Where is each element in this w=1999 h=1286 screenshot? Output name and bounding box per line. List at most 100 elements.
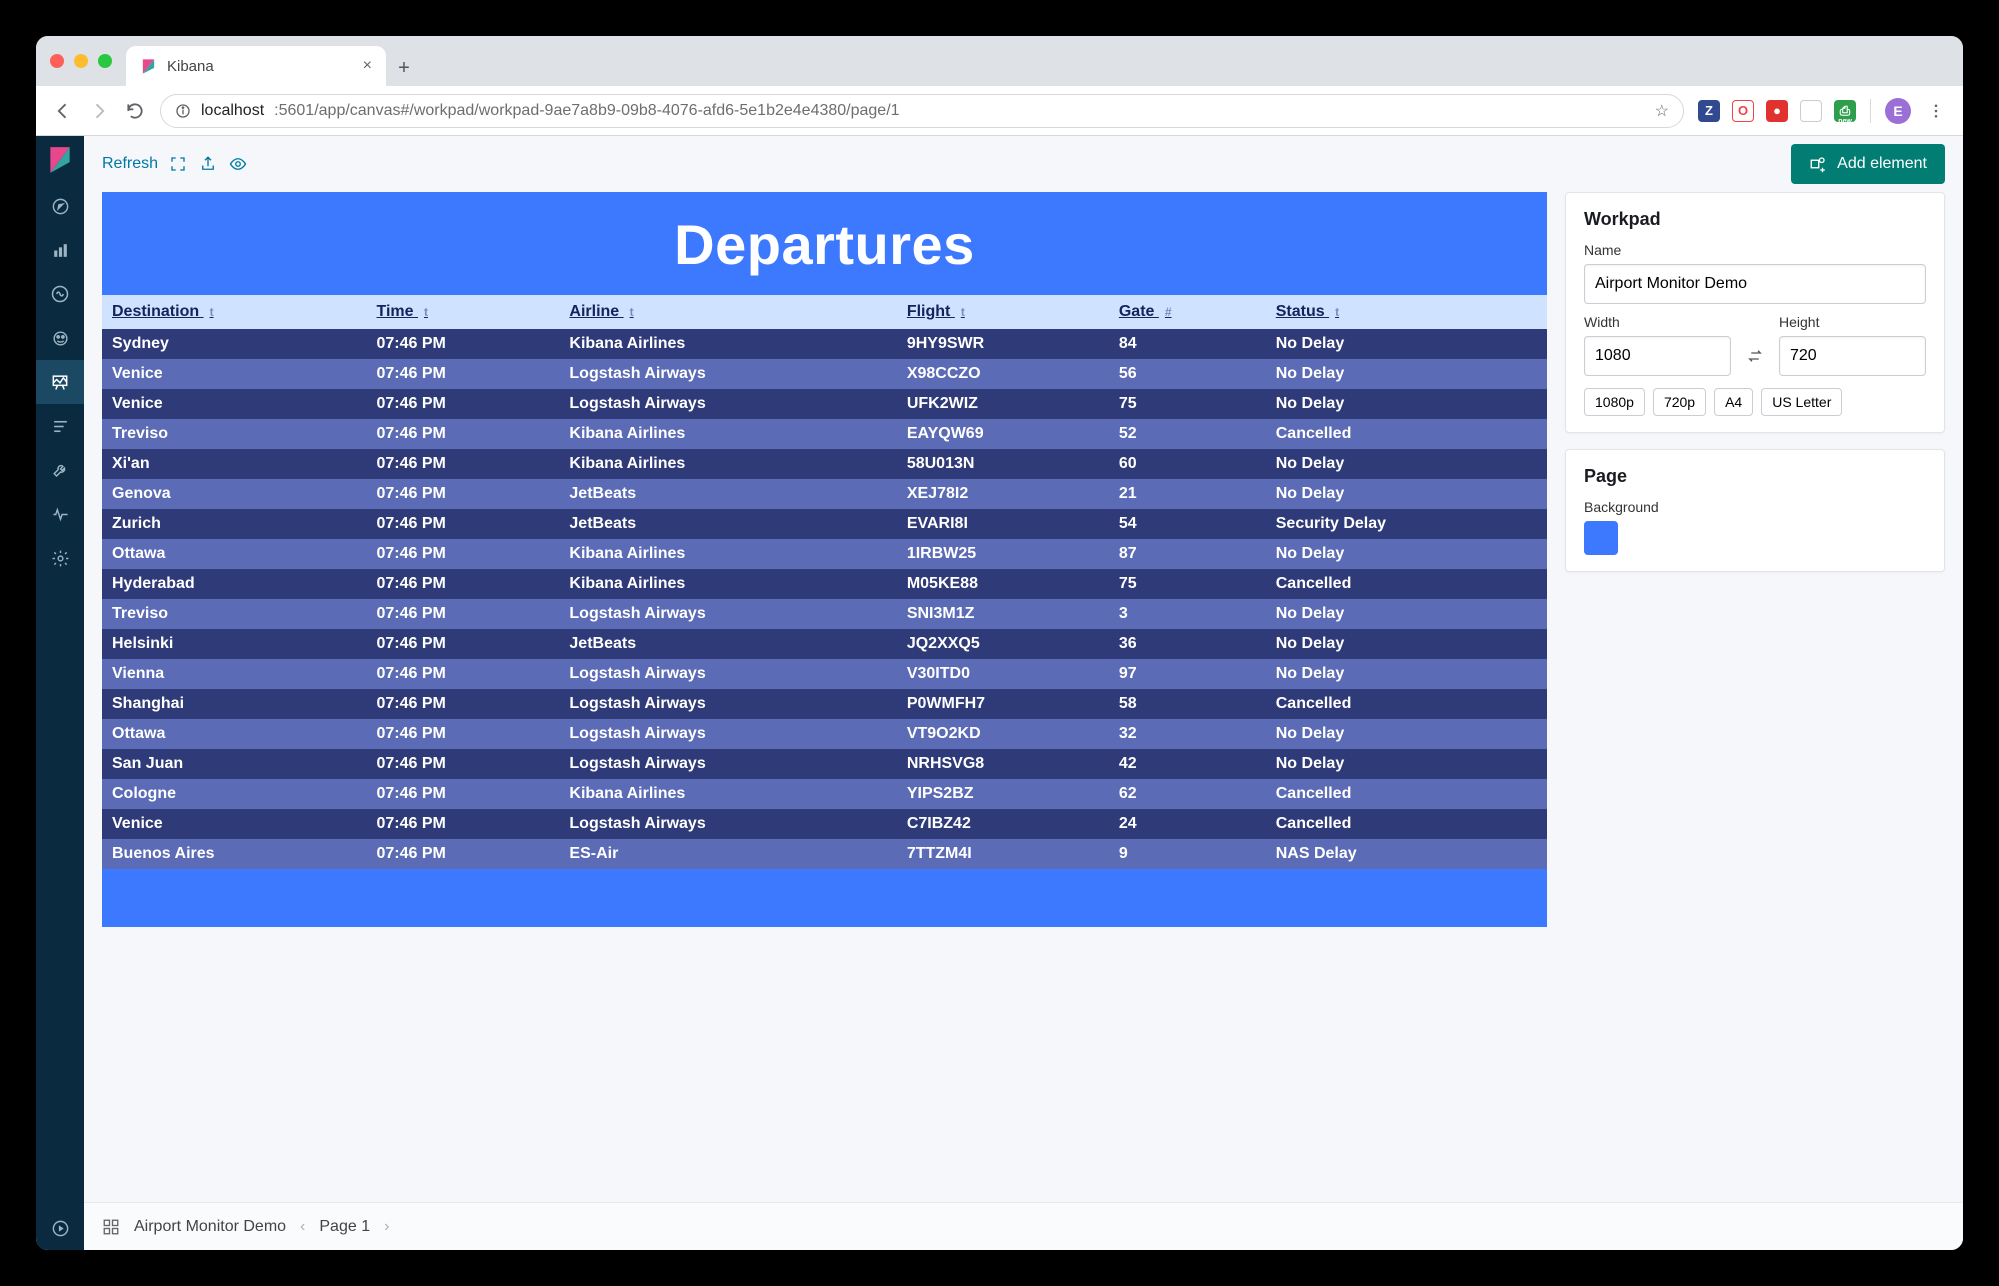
table-row[interactable]: Venice07:46 PMLogstash AirwaysUFK2WIZ75N…: [102, 389, 1547, 419]
cell-flight: EVARI8I: [897, 509, 1109, 539]
swap-dimensions-icon[interactable]: [1741, 336, 1769, 376]
cell-status: No Delay: [1266, 719, 1547, 749]
table-row[interactable]: Sydney07:46 PMKibana Airlines9HY9SWR84No…: [102, 329, 1547, 359]
height-input[interactable]: [1779, 336, 1926, 376]
fullscreen-icon[interactable]: [168, 154, 188, 174]
cell-destination: Treviso: [102, 419, 367, 449]
table-row[interactable]: Hyderabad07:46 PMKibana AirlinesM05KE887…: [102, 569, 1547, 599]
table-row[interactable]: Zurich07:46 PMJetBeatsEVARI8I54Security …: [102, 509, 1547, 539]
sidenav-management[interactable]: [36, 536, 84, 580]
window-maximize-icon[interactable]: [98, 54, 112, 68]
sidenav-security[interactable]: [36, 316, 84, 360]
close-tab-icon[interactable]: ×: [363, 57, 372, 75]
table-row[interactable]: Helsinki07:46 PMJetBeatsJQ2XXQ536No Dela…: [102, 629, 1547, 659]
table-row[interactable]: Xi'an07:46 PMKibana Airlines58U013N60No …: [102, 449, 1547, 479]
table-row[interactable]: Ottawa07:46 PMKibana Airlines1IRBW2587No…: [102, 539, 1547, 569]
canvas-workpad[interactable]: Departures Destination tTime tAirline tF…: [102, 192, 1547, 927]
extension-red-icon[interactable]: ●: [1766, 100, 1788, 122]
prev-page-icon[interactable]: ‹: [300, 1218, 305, 1236]
col-airline[interactable]: Airline t: [559, 295, 896, 329]
cell-time: 07:46 PM: [367, 599, 560, 629]
add-element-button[interactable]: Add element: [1791, 144, 1945, 184]
table-row[interactable]: Ottawa07:46 PMLogstash AirwaysVT9O2KD32N…: [102, 719, 1547, 749]
table-row[interactable]: Treviso07:46 PMKibana AirlinesEAYQW6952C…: [102, 419, 1547, 449]
refresh-button[interactable]: Refresh: [102, 155, 158, 173]
share-icon[interactable]: [198, 154, 218, 174]
table-row[interactable]: San Juan07:46 PMLogstash AirwaysNRHSVG84…: [102, 749, 1547, 779]
cell-airline: JetBeats: [559, 629, 896, 659]
window-minimize-icon[interactable]: [74, 54, 88, 68]
kibana-logo-icon[interactable]: [36, 136, 84, 184]
new-tab-button[interactable]: +: [386, 50, 422, 86]
cell-time: 07:46 PM: [367, 719, 560, 749]
cell-airline: Kibana Airlines: [559, 569, 896, 599]
cell-status: No Delay: [1266, 389, 1547, 419]
cell-destination: Ottawa: [102, 539, 367, 569]
col-time[interactable]: Time t: [367, 295, 560, 329]
back-button[interactable]: [52, 100, 74, 122]
cell-time: 07:46 PM: [367, 359, 560, 389]
cell-status: No Delay: [1266, 629, 1547, 659]
table-row[interactable]: Cologne07:46 PMKibana AirlinesYIPS2BZ62C…: [102, 779, 1547, 809]
site-info-icon[interactable]: [175, 103, 191, 119]
preset-us-letter[interactable]: US Letter: [1761, 388, 1842, 416]
col-flight[interactable]: Flight t: [897, 295, 1109, 329]
cell-flight: V30ITD0: [897, 659, 1109, 689]
browser-tab[interactable]: Kibana ×: [126, 46, 386, 86]
col-gate[interactable]: Gate #: [1109, 295, 1266, 329]
sidenav-devtools[interactable]: [36, 448, 84, 492]
sidenav-visualize[interactable]: [36, 228, 84, 272]
table-row[interactable]: Genova07:46 PMJetBeatsXEJ78I221No Delay: [102, 479, 1547, 509]
board-title: Departures: [102, 192, 1547, 295]
profile-avatar[interactable]: E: [1885, 98, 1911, 124]
cell-time: 07:46 PM: [367, 629, 560, 659]
cell-flight: EAYQW69: [897, 419, 1109, 449]
preset-a4[interactable]: A4: [1714, 388, 1753, 416]
cell-airline: Logstash Airways: [559, 749, 896, 779]
cell-flight: C7IBZ42: [897, 809, 1109, 839]
sidenav-discover[interactable]: [36, 184, 84, 228]
cell-gate: 52: [1109, 419, 1266, 449]
extension-opera-icon[interactable]: O: [1732, 100, 1754, 122]
address-bar[interactable]: localhost:5601/app/canvas#/workpad/workp…: [160, 94, 1684, 128]
bookmark-icon[interactable]: ☆: [1655, 101, 1669, 121]
cell-time: 07:46 PM: [367, 389, 560, 419]
footer-workpad-name[interactable]: Airport Monitor Demo: [134, 1218, 286, 1236]
col-destination[interactable]: Destination t: [102, 295, 367, 329]
preset-720p[interactable]: 720p: [1653, 388, 1706, 416]
cell-status: No Delay: [1266, 749, 1547, 779]
table-row[interactable]: Venice07:46 PMLogstash AirwaysC7IBZ4224C…: [102, 809, 1547, 839]
window-close-icon[interactable]: [50, 54, 64, 68]
workpad-name-input[interactable]: [1584, 264, 1926, 304]
browser-menu-icon[interactable]: [1925, 100, 1947, 122]
departures-table: Destination tTime tAirline tFlight tGate…: [102, 295, 1547, 869]
eye-icon[interactable]: [228, 154, 248, 174]
table-row[interactable]: Venice07:46 PMLogstash AirwaysX98CCZO56N…: [102, 359, 1547, 389]
sidenav-monitoring[interactable]: [36, 492, 84, 536]
grid-icon[interactable]: [102, 1218, 120, 1236]
extension-green-icon[interactable]: ⎙: [1834, 100, 1856, 122]
table-row[interactable]: Treviso07:46 PMLogstash AirwaysSNI3M1Z3N…: [102, 599, 1547, 629]
preset-1080p[interactable]: 1080p: [1584, 388, 1645, 416]
forward-button[interactable]: [88, 100, 110, 122]
cell-flight: UFK2WIZ: [897, 389, 1109, 419]
table-row[interactable]: Buenos Aires07:46 PMES-Air7TTZM4I9NAS De…: [102, 839, 1547, 869]
cell-flight: JQ2XXQ5: [897, 629, 1109, 659]
sidenav-canvas[interactable]: [36, 360, 84, 404]
table-row[interactable]: Vienna07:46 PMLogstash AirwaysV30ITD097N…: [102, 659, 1547, 689]
cell-time: 07:46 PM: [367, 509, 560, 539]
table-row[interactable]: Shanghai07:46 PMLogstash AirwaysP0WMFH75…: [102, 689, 1547, 719]
extension-z-icon[interactable]: Z: [1698, 100, 1720, 122]
footer-page-label[interactable]: Page 1: [319, 1218, 370, 1236]
extension-square-icon[interactable]: [1800, 100, 1822, 122]
col-status[interactable]: Status t: [1266, 295, 1547, 329]
sidenav-timelion[interactable]: [36, 272, 84, 316]
reload-button[interactable]: [124, 100, 146, 122]
background-color-swatch[interactable]: [1584, 521, 1618, 555]
sidenav-ml[interactable]: [36, 404, 84, 448]
width-input[interactable]: [1584, 336, 1731, 376]
sidenav-collapse[interactable]: [36, 1206, 84, 1250]
cell-gate: 58: [1109, 689, 1266, 719]
cell-flight: P0WMFH7: [897, 689, 1109, 719]
next-page-icon[interactable]: ›: [384, 1218, 389, 1236]
